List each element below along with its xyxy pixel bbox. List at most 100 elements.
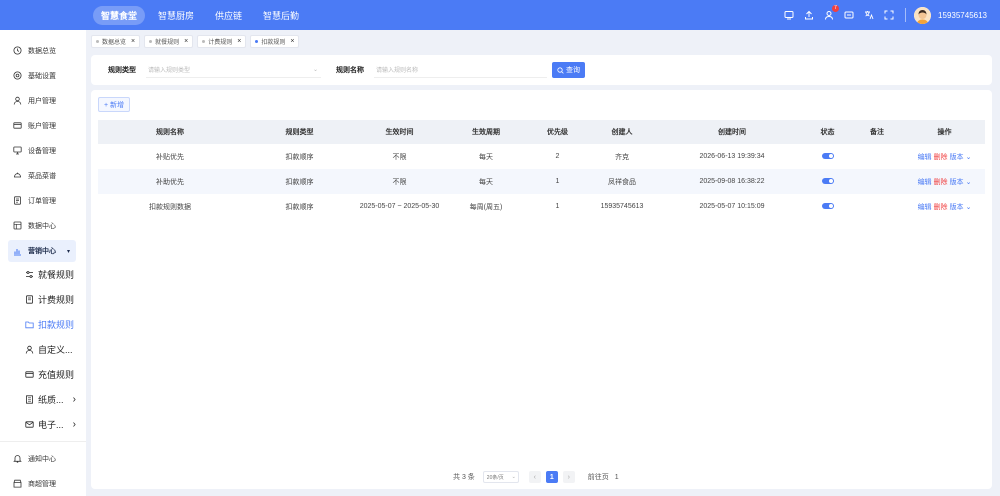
- delete-link[interactable]: 删除: [934, 179, 948, 186]
- close-icon[interactable]: ×: [237, 38, 241, 45]
- rule-type-select[interactable]: 请输入规则类型 ⌄: [146, 63, 321, 78]
- sidebar-item-notifications[interactable]: 通知中心: [0, 446, 86, 471]
- status-toggle[interactable]: [821, 203, 834, 210]
- main-nav: 智慧食堂 智慧厨房 供应链 智慧后勤: [93, 5, 312, 25]
- edit-link[interactable]: 编辑: [918, 154, 932, 161]
- cell-actions: 编辑 删除 版本 ⌄: [904, 144, 985, 169]
- sidebar-sub-label: 就餐规则: [38, 270, 75, 280]
- edit-link[interactable]: 编辑: [918, 179, 932, 186]
- chevron-down-icon[interactable]: ⌄: [966, 204, 972, 211]
- close-icon[interactable]: ×: [131, 38, 135, 45]
- table-row: 扣款规则数据 扣款顺序 2025-05-07 ~ 2025-05-30 每周(周…: [98, 194, 985, 219]
- avatar[interactable]: [914, 6, 932, 24]
- goto-page-input[interactable]: 1: [615, 474, 619, 481]
- chart-icon: [14, 248, 21, 256]
- query-label: 查询: [566, 67, 580, 74]
- version-link[interactable]: 版本: [950, 154, 964, 161]
- doc-icon: [26, 295, 33, 304]
- cell-type: 扣款顺序: [242, 169, 357, 194]
- sidebar-item-dishes[interactable]: 菜品菜谱: [0, 163, 86, 188]
- nav-smart-canteen[interactable]: 智慧食堂: [93, 5, 146, 25]
- sidebar-item-data-center[interactable]: 数据中心: [0, 213, 86, 238]
- translate-icon[interactable]: [863, 9, 875, 21]
- sidebar-sub-label: 充值规则: [38, 370, 75, 380]
- chevron-down-icon[interactable]: ⌄: [966, 154, 972, 161]
- tab-deduction-rules[interactable]: 扣款规则 ×: [250, 35, 300, 48]
- monitor-icon: [13, 146, 22, 155]
- sidebar-sub-label: 电子...: [38, 420, 64, 430]
- sidebar-item-custom[interactable]: 自定义...: [0, 337, 86, 362]
- cell-actions: 编辑 删除 版本 ⌄: [904, 194, 985, 219]
- column-header: 生效时间: [357, 120, 442, 144]
- sidebar-sub-label: 扣款规则: [38, 320, 75, 330]
- cell-created: 2025-09-08 16:38:22: [659, 169, 805, 194]
- rules-table: 规则名称 规则类型 生效时间 生效周期 优先级 创建人 创建时间 状态 备注 操…: [98, 120, 985, 219]
- status-toggle[interactable]: [821, 153, 834, 160]
- version-link[interactable]: 版本: [950, 179, 964, 186]
- column-header: 生效周期: [442, 120, 530, 144]
- nav-smart-kitchen[interactable]: 智慧厨房: [150, 6, 202, 25]
- sidebar-item-user-management[interactable]: 用户管理: [0, 88, 86, 113]
- screen-icon[interactable]: [783, 9, 795, 21]
- nav-supply-chain[interactable]: 供应链: [207, 6, 250, 25]
- sidebar-sub-label: 自定义...: [38, 345, 73, 355]
- notification-icon[interactable]: 7: [823, 5, 840, 21]
- add-button[interactable]: + 新增: [98, 97, 131, 112]
- card-icon: [13, 122, 22, 129]
- sidebar-item-electronic[interactable]: 电子... ›: [0, 412, 86, 437]
- sidebar-divider: [0, 441, 86, 442]
- chevron-down-icon[interactable]: ⌄: [966, 179, 972, 186]
- upload-icon[interactable]: [803, 9, 815, 21]
- tab-billing-rules[interactable]: 计费规则 ×: [197, 35, 247, 48]
- sidebar-item-deduction-rules[interactable]: 扣款规则: [0, 312, 86, 337]
- version-link[interactable]: 版本: [950, 204, 964, 211]
- sidebar-item-dining-rules[interactable]: 就餐规则: [0, 262, 86, 287]
- sidebar-item-recharge-rules[interactable]: 充值规则: [0, 362, 86, 387]
- column-header: 操作: [904, 120, 985, 144]
- sidebar-item-device-management[interactable]: 设备管理: [0, 138, 86, 163]
- tab-label: 扣款规则: [261, 40, 286, 46]
- cell-time: 不限: [357, 169, 442, 194]
- tab-data-overview[interactable]: 数据总览 ×: [91, 35, 141, 48]
- sidebar-item-supermarket[interactable]: 商超管理: [0, 471, 86, 496]
- sidebar-item-basic-settings[interactable]: 基础设置: [0, 63, 86, 88]
- sidebar-item-account-management[interactable]: 账户管理: [0, 113, 86, 138]
- column-header: 备注: [850, 120, 904, 144]
- query-button[interactable]: 查询: [552, 62, 585, 78]
- sidebar-group-marketing[interactable]: 营销中心 ▾: [8, 240, 76, 262]
- edit-link[interactable]: 编辑: [918, 204, 932, 211]
- delete-link[interactable]: 删除: [934, 204, 948, 211]
- cell-remark: [850, 144, 904, 169]
- current-page-button[interactable]: 1: [545, 471, 558, 483]
- sidebar-item-billing-rules[interactable]: 计费规则: [0, 287, 86, 312]
- sidebar-item-label: 订单管理: [28, 197, 56, 205]
- rule-name-input[interactable]: 请输入规则名称: [374, 63, 547, 78]
- sidebar-item-label: 数据中心: [28, 222, 56, 230]
- status-toggle[interactable]: [821, 178, 834, 185]
- column-header: 规则类型: [242, 120, 357, 144]
- prev-page-button[interactable]: ‹: [528, 471, 541, 483]
- next-page-button[interactable]: ›: [562, 471, 575, 483]
- page-size-value: 20条/页: [486, 474, 504, 481]
- chevron-right-icon: ›: [72, 419, 76, 430]
- sidebar-item-paper[interactable]: 纸质... ›: [0, 387, 86, 412]
- username[interactable]: 15935745613: [938, 11, 987, 20]
- tab-label: 数据总览: [102, 40, 127, 46]
- message-icon[interactable]: [843, 9, 855, 21]
- sidebar-item-orders[interactable]: 订单管理: [0, 188, 86, 213]
- delete-link[interactable]: 删除: [934, 154, 948, 161]
- chevron-down-icon: ⌄: [511, 474, 516, 480]
- cell-type: 扣款顺序: [285, 203, 314, 211]
- nav-smart-logistics[interactable]: 智慧后勤: [255, 6, 307, 25]
- tab-dot: [149, 40, 153, 43]
- close-icon[interactable]: ×: [184, 38, 188, 45]
- settings-icon: [13, 71, 22, 80]
- fullscreen-icon[interactable]: [883, 9, 895, 21]
- page-size-select[interactable]: 20条/页 ⌄: [482, 471, 519, 483]
- sidebar-item-data-overview[interactable]: 数据总览: [0, 38, 86, 63]
- tab-dining-rules[interactable]: 就餐规则 ×: [144, 35, 194, 48]
- paper-icon: [26, 395, 33, 404]
- close-icon[interactable]: ×: [290, 38, 294, 45]
- sidebar: 数据总览 基础设置 用户管理 账户管理 设备管理 菜品菜谱 订单管理 数据中心 …: [0, 30, 86, 496]
- rule-type-placeholder: 请输入规则类型: [148, 68, 191, 74]
